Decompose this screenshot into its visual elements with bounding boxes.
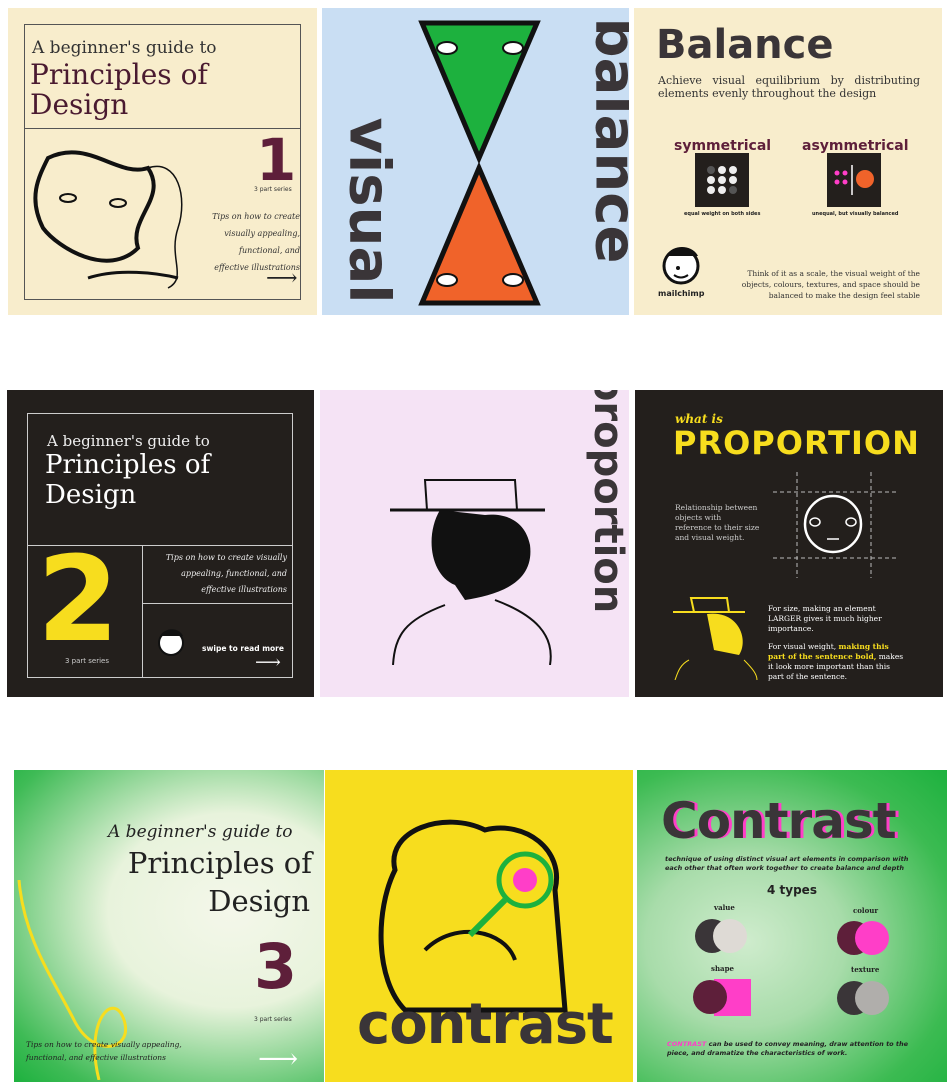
- value-contrast-circles: [695, 919, 747, 953]
- part-number: 3: [254, 930, 298, 1003]
- texture-contrast-circles: [837, 981, 889, 1015]
- word-contrast: contrast: [357, 992, 614, 1057]
- proportion-illustration-panel: proportion: [320, 390, 629, 697]
- face-grid-illustration: [773, 472, 897, 578]
- arrow-icon: ⟶: [266, 266, 298, 291]
- cover-kicker: A beginner's guide to: [32, 38, 217, 58]
- proportion-panel: what is PROPORTION Relationship between …: [635, 390, 943, 697]
- hat-woman-illustration: [390, 479, 552, 665]
- mailchimp-logo-icon: [158, 629, 184, 656]
- cover-title-1: Principles of: [30, 58, 208, 91]
- word-proportion: proportion: [585, 390, 629, 614]
- balance-panel: Balance Achieve visual equilibrium by di…: [634, 8, 942, 315]
- tips-text: Tips on how to create visually appealing…: [165, 553, 287, 594]
- balance-title: Balance: [656, 22, 834, 68]
- symmetrical-caption: equal weight on both sides: [684, 211, 761, 217]
- magnifier-man-illustration: [378, 819, 568, 1013]
- visual-balance-panel: visual balance: [322, 8, 629, 315]
- proportion-title: PROPORTION: [673, 424, 920, 462]
- series-label: 3 part series: [65, 657, 109, 665]
- type-label-value: value: [714, 903, 735, 912]
- yellow-hat-illustration: [673, 597, 758, 680]
- cover-kicker: A beginner's guide to: [108, 822, 293, 842]
- contrast-footer: CONTRAST can be used to convey meaning, …: [667, 1040, 922, 1058]
- cover-panel-3: A beginner's guide to Principles of Desi…: [14, 770, 324, 1082]
- part-number: 1: [256, 126, 297, 194]
- types-title: 4 types: [767, 883, 817, 897]
- size-explanation: For size, making an element LARGER gives…: [768, 604, 882, 633]
- frame-divider: [142, 603, 293, 604]
- asymmetrical-caption: unequal, but visually balanced: [812, 211, 899, 217]
- symmetrical-label: symmetrical: [674, 138, 772, 154]
- contrast-illustration-panel: contrast: [325, 770, 633, 1082]
- cover-title-1: Principles of: [127, 846, 312, 880]
- asymmetrical-box: [827, 153, 881, 207]
- type-label-shape: shape: [711, 964, 734, 973]
- contrast-highlight: CONTRAST: [667, 1040, 707, 1048]
- arrow-icon: ⟶: [258, 1042, 299, 1075]
- contrast-definition: technique of using distinct visual art e…: [665, 855, 909, 872]
- cover-title-1: Principles of: [45, 450, 211, 480]
- asymmetrical-label: asymmetrical: [802, 138, 909, 154]
- part-number: 2: [37, 530, 120, 668]
- balance-subtitle: Achieve visual equilibrium by distributi…: [658, 74, 920, 100]
- hourglass-triangles: [418, 20, 541, 306]
- colour-contrast-circles: [837, 921, 889, 955]
- word-visual: visual: [336, 117, 402, 304]
- symmetrical-box: [695, 153, 749, 207]
- series-label: 3 part series: [254, 1016, 292, 1023]
- doodle-illustration: [33, 150, 183, 289]
- balance-body: Think of it as a scale, the visual weigh…: [741, 269, 920, 300]
- cover-title-2: Design: [45, 480, 137, 510]
- mailchimp-brand: mailchimp: [658, 289, 705, 298]
- series-label: 3 part series: [254, 186, 292, 193]
- weight-text-pre: For visual weight,: [768, 642, 839, 651]
- mailchimp-logo-icon: [662, 247, 700, 285]
- word-balance: balance: [582, 17, 629, 264]
- type-label-colour: colour: [853, 906, 879, 915]
- tips-text: Tips on how to create visually appealing…: [26, 1040, 182, 1062]
- cover-panel-2: A beginner's guide to Principles of Desi…: [7, 390, 314, 697]
- weight-explanation: For visual weight, making this part of t…: [768, 642, 908, 682]
- arrow-icon[interactable]: ⟶: [255, 652, 281, 673]
- cover-kicker: A beginner's guide to: [47, 432, 210, 450]
- proportion-definition: Relationship between objects with refere…: [675, 503, 760, 542]
- contrast-title: Contrast: [661, 792, 897, 850]
- type-label-texture: texture: [851, 965, 880, 974]
- cover-title-2: Design: [30, 88, 129, 121]
- frame-divider: [142, 545, 143, 678]
- cover-panel-1: A beginner's guide to Principles of Desi…: [8, 8, 317, 315]
- contrast-panel: Contrast technique of using distinct vis…: [637, 770, 947, 1082]
- shape-contrast: [693, 979, 751, 1016]
- cover-title-2: Design: [208, 884, 310, 918]
